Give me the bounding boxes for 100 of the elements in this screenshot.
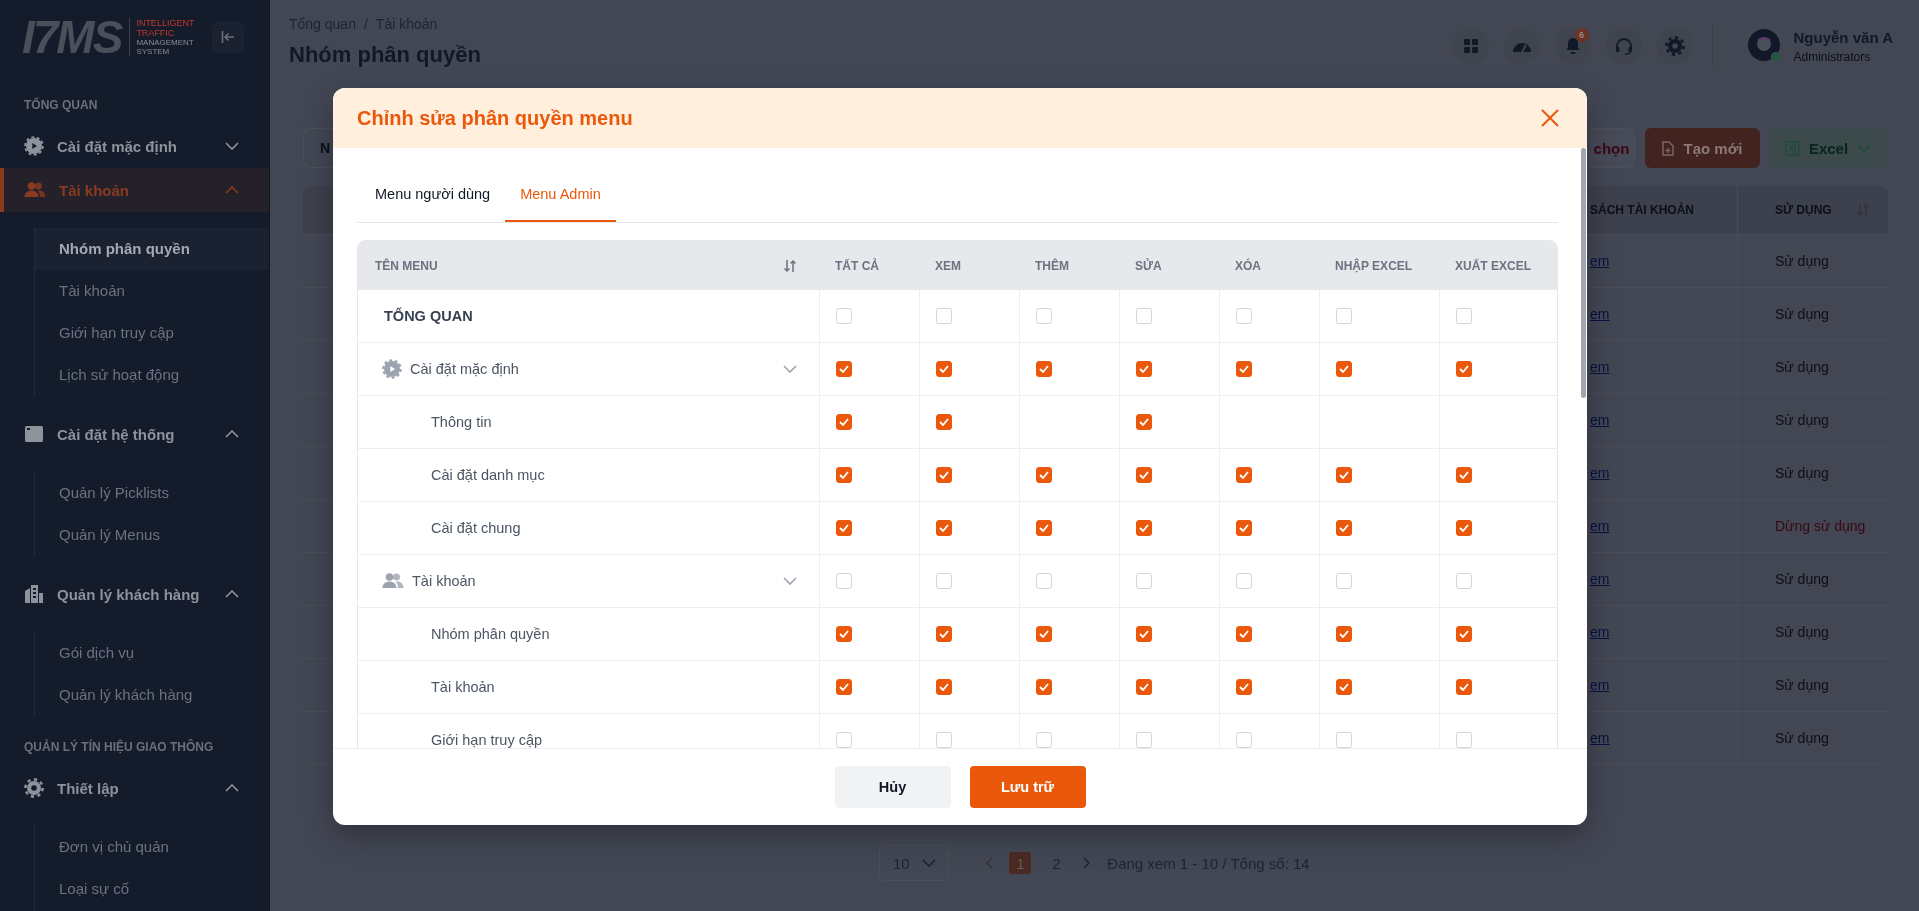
notifications-button[interactable]: 6	[1554, 28, 1591, 64]
search-field[interactable]: N	[303, 128, 333, 168]
checkmark-icon	[1039, 365, 1049, 373]
file-add-icon	[1662, 140, 1675, 156]
permission-checkbox[interactable]	[1236, 679, 1252, 695]
permission-checkbox[interactable]	[1036, 626, 1052, 642]
checkmark-icon	[1339, 524, 1349, 532]
cancel-button[interactable]: Hủy	[834, 766, 951, 808]
sort-icon[interactable]	[783, 258, 797, 273]
menu-group[interactable]: Cài đặt hệ thống	[0, 412, 269, 456]
dashboard-button[interactable]	[1503, 28, 1540, 64]
permission-checkbox[interactable]	[936, 414, 952, 430]
chevron-down-icon	[1857, 144, 1872, 152]
menu-group[interactable]: Thiết lập	[0, 766, 269, 810]
permission-checkbox[interactable]	[836, 361, 852, 377]
permission-checkbox[interactable]	[836, 679, 852, 695]
headset-icon	[1614, 37, 1633, 55]
permission-checkbox[interactable]	[1136, 679, 1152, 695]
permission-checkbox[interactable]	[1336, 520, 1352, 536]
permission-checkbox[interactable]	[1336, 361, 1352, 377]
checkmark-icon	[839, 418, 849, 426]
excel-export-button[interactable]: Excel	[1770, 128, 1886, 168]
chevron-up-icon	[225, 430, 239, 438]
permission-checkbox[interactable]	[1456, 679, 1472, 695]
menu-group[interactable]: Cài đặt mặc định	[0, 124, 269, 168]
checkmark-icon	[839, 524, 849, 532]
menu-item[interactable]: Quản lý khách hàng	[35, 674, 269, 716]
collapse-icon	[221, 30, 235, 44]
menu-item[interactable]: Giới hạn truy cập	[35, 312, 269, 354]
menu-item[interactable]: Loại sự cố	[35, 868, 269, 910]
permission-checkbox[interactable]	[1136, 626, 1152, 642]
menu-item[interactable]: Quản lý Picklists	[35, 472, 269, 514]
menu-item[interactable]: Gói dịch vụ	[35, 632, 269, 674]
close-icon	[1541, 109, 1559, 127]
menu-item[interactable]: Lịch sử hoạt động	[35, 354, 269, 396]
support-button[interactable]	[1605, 28, 1642, 64]
permission-checkbox[interactable]	[1456, 361, 1472, 377]
logo-tagline: TRAFFIC	[136, 28, 176, 38]
settings-button[interactable]	[1656, 28, 1693, 64]
checkmark-icon	[1459, 471, 1469, 479]
settings-icon	[24, 778, 44, 798]
status-text: Sử dụng	[1775, 730, 1829, 746]
close-button[interactable]	[1541, 109, 1559, 127]
permission-checkbox[interactable]	[936, 467, 952, 483]
permission-checkbox[interactable]	[1456, 467, 1472, 483]
tab[interactable]: Menu Admin	[505, 163, 616, 222]
permission-checkbox[interactable]	[1336, 467, 1352, 483]
menu-item[interactable]: Tài khoản	[35, 270, 269, 312]
column-header: TẤT CẢ	[835, 258, 879, 273]
permission-checkbox[interactable]	[836, 520, 852, 536]
collapse-sidebar-button[interactable]	[212, 21, 244, 53]
checkmark-icon	[939, 418, 949, 426]
menu-name: Cài đặt danh mục	[431, 467, 545, 483]
checkmark-icon	[1339, 471, 1349, 479]
permission-checkbox[interactable]	[1036, 467, 1052, 483]
permission-checkbox[interactable]	[1336, 626, 1352, 642]
save-button[interactable]: Lưu trữ	[969, 766, 1086, 808]
permission-checkbox[interactable]	[1336, 679, 1352, 695]
permission-checkbox[interactable]	[836, 626, 852, 642]
permission-checkbox[interactable]	[1236, 626, 1252, 642]
permission-checkbox[interactable]	[1036, 679, 1052, 695]
permission-checkbox[interactable]	[836, 414, 852, 430]
tab[interactable]: Menu người dùng	[357, 163, 506, 222]
menu-item[interactable]: Quản lý Menus	[35, 514, 269, 556]
permission-checkbox[interactable]	[936, 361, 952, 377]
status-text: Sử dụng	[1775, 412, 1829, 428]
menu-group[interactable]: Quản lý khách hàng	[0, 572, 269, 616]
apps-button[interactable]	[1452, 28, 1489, 64]
create-button[interactable]: Tạo mới	[1645, 128, 1760, 168]
permission-checkbox[interactable]	[1036, 361, 1052, 377]
checkmark-icon	[1339, 630, 1349, 638]
chevron-down-icon	[225, 142, 239, 150]
checkmark-icon	[939, 524, 949, 532]
checkmark-icon	[1459, 365, 1469, 373]
status-text: Sử dụng	[1775, 359, 1829, 375]
permission-checkbox[interactable]	[1236, 467, 1252, 483]
checkmark-icon	[1459, 630, 1469, 638]
avatar[interactable]	[1747, 29, 1782, 63]
permission-checkbox[interactable]	[1036, 520, 1052, 536]
permission-checkbox[interactable]	[1456, 626, 1472, 642]
section-name: TỔNG QUAN	[384, 308, 473, 324]
gear-icon	[24, 136, 44, 156]
checkmark-icon	[1459, 683, 1469, 691]
permission-checkbox[interactable]	[1136, 467, 1152, 483]
permission-checkbox[interactable]	[1136, 520, 1152, 536]
menu-group[interactable]: Tài khoản	[0, 168, 269, 212]
checkmark-icon	[1139, 683, 1149, 691]
permission-checkbox[interactable]	[936, 679, 952, 695]
permission-checkbox[interactable]	[1236, 520, 1252, 536]
permission-checkbox[interactable]	[836, 467, 852, 483]
permission-checkbox[interactable]	[1136, 414, 1152, 430]
permission-checkbox[interactable]	[936, 626, 952, 642]
permission-checkbox[interactable]	[936, 520, 952, 536]
checkmark-icon	[839, 683, 849, 691]
menu-item[interactable]: Nhóm phân quyền	[35, 228, 269, 270]
menu-item[interactable]: Đơn vị chủ quản	[35, 826, 269, 868]
permission-checkbox[interactable]	[1136, 361, 1152, 377]
action-button[interactable]: chọn	[1589, 128, 1635, 168]
permission-checkbox[interactable]	[1236, 361, 1252, 377]
permission-checkbox[interactable]	[1456, 520, 1472, 536]
